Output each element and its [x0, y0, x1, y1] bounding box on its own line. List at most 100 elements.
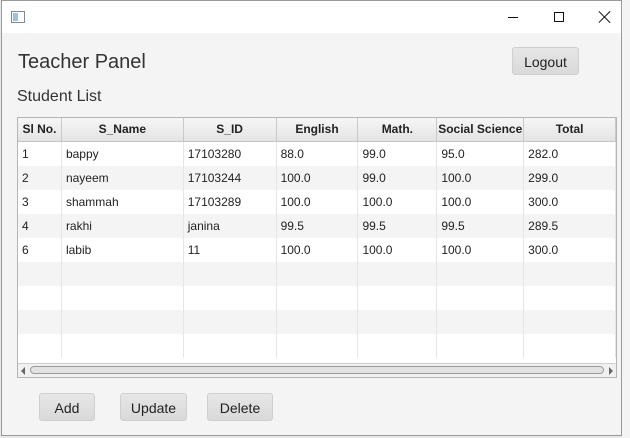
cell-social-science: 99.5 [437, 214, 525, 238]
cell-sl-no [18, 286, 62, 310]
table-body: 1 bappy 17103280 88.0 99.0 95.0 282.0 2 … [18, 142, 616, 358]
cell-s-name [62, 262, 184, 286]
cell-social-science: 100.0 [437, 166, 525, 190]
cell-sl-no [18, 334, 62, 358]
title-bar [2, 1, 621, 33]
cell-s-id: 17103280 [184, 142, 277, 166]
add-button[interactable]: Add [39, 393, 95, 421]
cell-s-name [62, 334, 184, 358]
cell-sl-no [18, 262, 62, 286]
cell-s-name: bappy [62, 142, 184, 166]
table-row[interactable]: 3 shammah 17103289 100.0 100.0 100.0 300… [18, 190, 616, 214]
cell-s-id [184, 334, 277, 358]
table-row[interactable]: 6 labib 11 100.0 100.0 100.0 300.0 [18, 238, 616, 262]
cell-s-id: 17103244 [184, 166, 277, 190]
cell-s-name [62, 286, 184, 310]
cell-math: 99.5 [358, 214, 438, 238]
scroll-right-icon[interactable] [609, 367, 613, 375]
cell-total [524, 286, 616, 310]
cell-total: 300.0 [524, 238, 616, 262]
cell-sl-no [18, 310, 62, 334]
cell-english: 100.0 [277, 238, 359, 262]
cell-social-science: 100.0 [437, 190, 525, 214]
page-title: Teacher Panel [18, 51, 146, 73]
cell-social-science: 100.0 [437, 238, 525, 262]
app-window-icon [11, 11, 25, 23]
cell-total [524, 262, 616, 286]
cell-s-id [184, 310, 277, 334]
student-table[interactable]: Sl No. S_Name S_ID English Math. Social … [17, 117, 617, 378]
cell-english: 100.0 [277, 166, 359, 190]
column-header-total[interactable]: Total [524, 118, 616, 141]
cell-total [524, 310, 616, 334]
cell-s-id: 11 [184, 238, 277, 262]
cell-math: 99.0 [358, 166, 438, 190]
table-row-empty[interactable] [18, 334, 616, 358]
maximize-icon [554, 12, 564, 22]
background-window-edge [622, 0, 630, 438]
cell-math: 100.0 [358, 238, 438, 262]
maximize-button[interactable] [536, 1, 582, 33]
column-header-sl-no[interactable]: Sl No. [18, 118, 62, 141]
update-button[interactable]: Update [120, 393, 187, 421]
cell-s-name: rakhi [62, 214, 184, 238]
cell-s-id [184, 286, 277, 310]
column-header-s-id[interactable]: S_ID [184, 118, 277, 141]
cell-s-id: 17103289 [184, 190, 277, 214]
cell-social-science: 95.0 [437, 142, 525, 166]
cell-english [277, 334, 359, 358]
cell-english: 100.0 [277, 190, 359, 214]
cell-math [358, 262, 438, 286]
cell-s-name: labib [62, 238, 184, 262]
table-header: Sl No. S_Name S_ID English Math. Social … [18, 118, 616, 142]
column-header-english[interactable]: English [277, 118, 359, 141]
cell-total: 299.0 [524, 166, 616, 190]
table-row-empty[interactable] [18, 310, 616, 334]
close-button[interactable] [582, 1, 628, 33]
cell-social-science [437, 286, 525, 310]
cell-english [277, 286, 359, 310]
scroll-left-icon[interactable] [21, 367, 25, 375]
table-row-empty[interactable] [18, 262, 616, 286]
cell-total [524, 334, 616, 358]
cell-s-name [62, 310, 184, 334]
cell-sl-no: 2 [18, 166, 62, 190]
cell-total: 289.5 [524, 214, 616, 238]
table-row[interactable]: 2 nayeem 17103244 100.0 99.0 100.0 299.0 [18, 166, 616, 190]
cell-social-science [437, 262, 525, 286]
cell-sl-no: 1 [18, 142, 62, 166]
column-header-s-name[interactable]: S_Name [62, 118, 184, 141]
column-header-math[interactable]: Math. [358, 118, 438, 141]
cell-math: 99.0 [358, 142, 438, 166]
cell-math [358, 286, 438, 310]
cell-s-id: janina [184, 214, 277, 238]
cell-english [277, 310, 359, 334]
cell-english: 99.5 [277, 214, 359, 238]
cell-total: 282.0 [524, 142, 616, 166]
horizontal-scrollbar[interactable] [18, 363, 616, 377]
column-header-social-science[interactable]: Social Science [437, 118, 525, 141]
table-row[interactable]: 1 bappy 17103280 88.0 99.0 95.0 282.0 [18, 142, 616, 166]
student-list-label: Student List [17, 88, 102, 105]
cell-s-id [184, 262, 277, 286]
cell-sl-no: 3 [18, 190, 62, 214]
cell-english [277, 262, 359, 286]
cell-s-name: shammah [62, 190, 184, 214]
table-row-empty[interactable] [18, 286, 616, 310]
cell-english: 88.0 [277, 142, 359, 166]
minimize-button[interactable] [490, 1, 536, 33]
minimize-icon [508, 17, 518, 18]
teacher-panel-window: Teacher Panel Logout Student List Sl No.… [1, 0, 622, 436]
cell-math [358, 310, 438, 334]
delete-button[interactable]: Delete [207, 393, 273, 421]
cell-total: 300.0 [524, 190, 616, 214]
close-icon [599, 11, 611, 23]
cell-social-science [437, 334, 525, 358]
cell-sl-no: 4 [18, 214, 62, 238]
table-row[interactable]: 4 rakhi janina 99.5 99.5 99.5 289.5 [18, 214, 616, 238]
logout-button[interactable]: Logout [512, 47, 579, 75]
cell-sl-no: 6 [18, 238, 62, 262]
cell-s-name: nayeem [62, 166, 184, 190]
cell-social-science [437, 310, 525, 334]
scrollbar-thumb[interactable] [30, 366, 604, 374]
